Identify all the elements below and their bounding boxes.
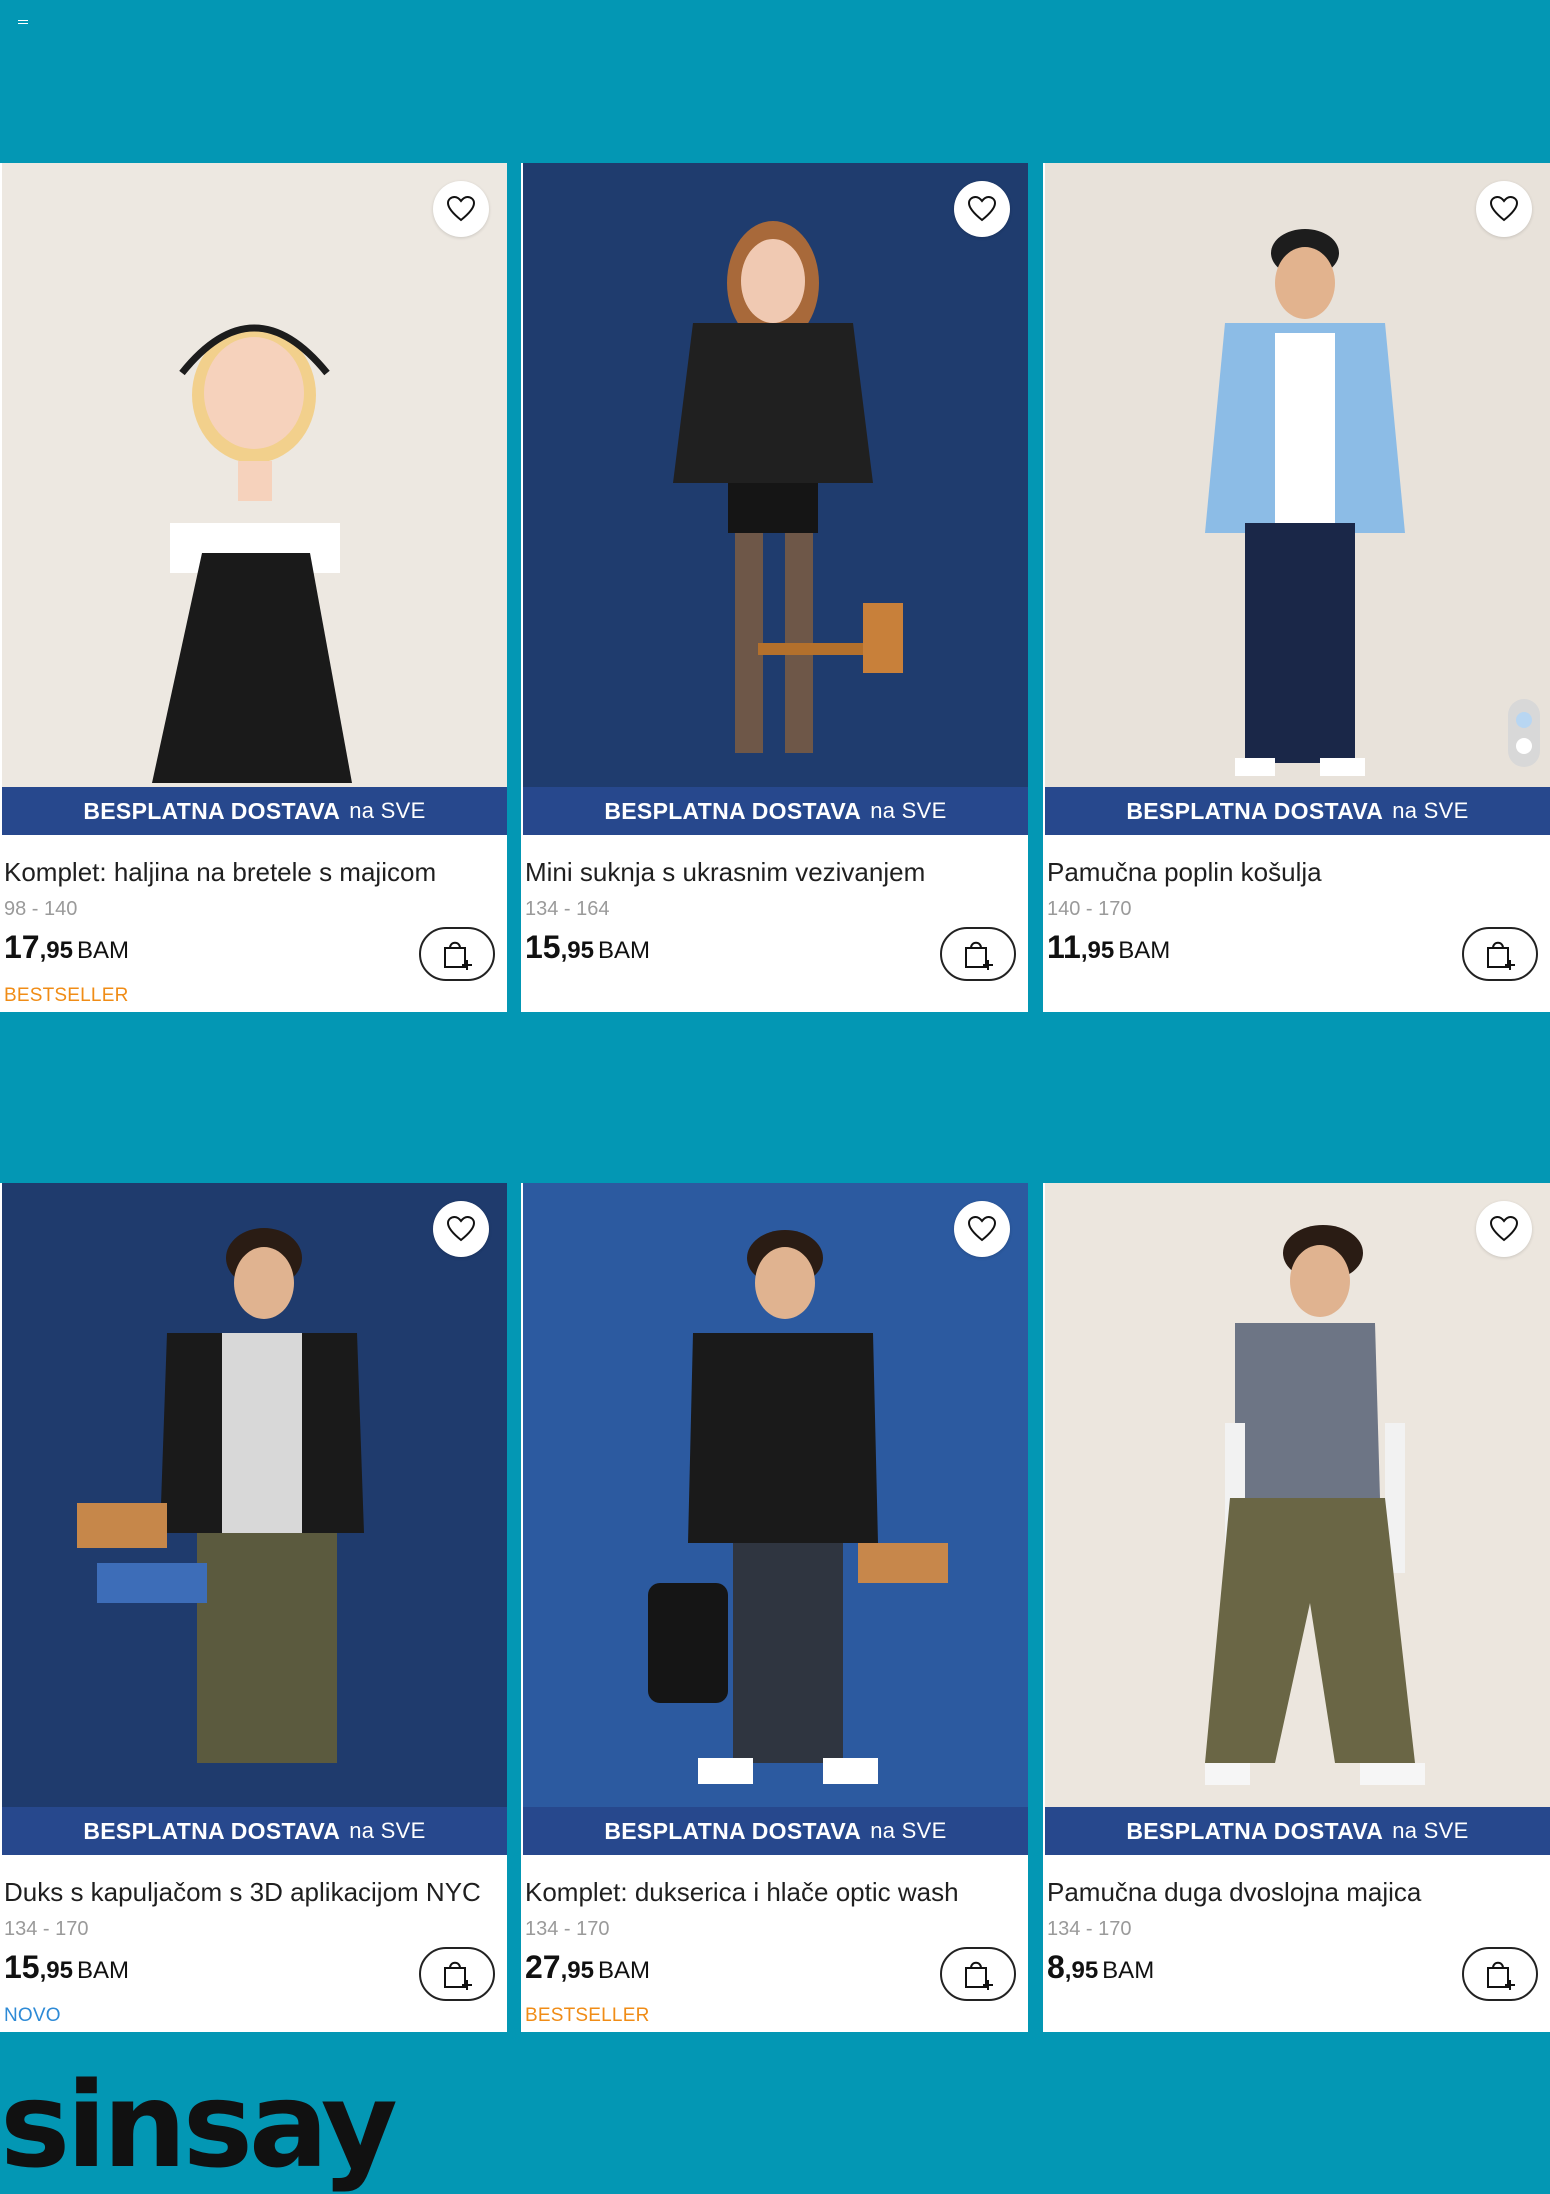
product-name[interactable]: Pamučna duga dvoslojna majica	[1047, 1877, 1421, 1908]
product-price: 15,95 BAM	[525, 929, 650, 965]
image-pager[interactable]	[1508, 699, 1540, 767]
free-delivery-banner: BESPLATNA DOSTAVA na SVE	[1045, 787, 1550, 835]
product-image[interactable]	[2, 163, 507, 787]
product-name[interactable]: Komplet: dukserica i hlače optic wash	[525, 1877, 959, 1908]
product-tag: BESTSELLER	[525, 2005, 650, 2026]
favorite-heart-icon[interactable]	[433, 181, 489, 237]
product-sizes: 98 - 140	[4, 898, 78, 920]
product-image[interactable]	[1045, 163, 1550, 787]
add-to-cart-icon	[1487, 941, 1515, 970]
product-sizes: 140 - 170	[1047, 898, 1132, 920]
favorite-heart-icon[interactable]	[954, 1201, 1010, 1257]
add-to-cart-icon	[1487, 1961, 1515, 1990]
product-name[interactable]: Pamučna poplin košulja	[1047, 857, 1322, 888]
product-price: 8,95 BAM	[1047, 1949, 1155, 1985]
product-card[interactable]: BESPLATNA DOSTAVA na SVE Komplet: haljina…	[0, 163, 507, 1012]
add-to-cart-icon	[965, 1961, 993, 1990]
add-to-cart-button[interactable]	[419, 927, 495, 981]
product-image[interactable]	[2, 1183, 507, 1807]
brand-logo[interactable]: sinsay	[0, 2066, 398, 2184]
add-to-cart-button[interactable]	[419, 1947, 495, 2001]
product-card[interactable]: BESPLATNA DOSTAVA na SVE Pamučna duga dvo…	[1043, 1183, 1550, 2032]
add-to-cart-button[interactable]	[1462, 1947, 1538, 2001]
product-row-1: BESPLATNA DOSTAVA na SVE Komplet: haljina…	[0, 163, 1550, 1012]
add-to-cart-icon	[965, 941, 993, 970]
product-name[interactable]: Komplet: haljina na bretele s majicom	[4, 857, 436, 888]
add-to-cart-button[interactable]	[940, 927, 1016, 981]
product-sizes: 134 - 170	[525, 1918, 610, 1940]
free-delivery-banner: BESPLATNA DOSTAVA na SVE	[2, 1807, 507, 1855]
add-to-cart-button[interactable]	[1462, 927, 1538, 981]
add-to-cart-button[interactable]	[940, 1947, 1016, 2001]
product-price: 17,95 BAM	[4, 929, 129, 965]
favorite-heart-icon[interactable]	[954, 181, 1010, 237]
favorite-heart-icon[interactable]	[433, 1201, 489, 1257]
product-sizes: 134 - 170	[1047, 1918, 1132, 1940]
product-price: 11,95 BAM	[1047, 929, 1171, 965]
favorite-heart-icon[interactable]	[1476, 1201, 1532, 1257]
product-sizes: 134 - 170	[4, 1918, 89, 1940]
product-card[interactable]: BESPLATNA DOSTAVA na SVE Komplet: dukseri…	[521, 1183, 1028, 2032]
product-name[interactable]: Duks s kapuljačom s 3D aplikacijom NYC	[4, 1877, 481, 1908]
product-card[interactable]: BESPLATNA DOSTAVA na SVE Mini suknja s uk…	[521, 163, 1028, 1012]
product-price: 27,95 BAM	[525, 1949, 650, 1985]
free-delivery-banner: BESPLATNA DOSTAVA na SVE	[523, 1807, 1028, 1855]
product-name[interactable]: Mini suknja s ukrasnim vezivanjem	[525, 857, 925, 888]
favorite-heart-icon[interactable]	[1476, 181, 1532, 237]
product-tag: NOVO	[4, 2005, 61, 2026]
product-tag: BESTSELLER	[4, 985, 129, 1006]
product-image[interactable]	[1045, 1183, 1550, 1807]
product-card[interactable]: BESPLATNA DOSTAVA na SVE Pamučna poplin k…	[1043, 163, 1550, 1012]
menu-icon[interactable]	[18, 20, 28, 26]
product-row-2: BESPLATNA DOSTAVA na SVE Duks s kapuljačo…	[0, 1183, 1550, 2032]
product-image[interactable]	[523, 1183, 1028, 1807]
product-image[interactable]	[523, 163, 1028, 787]
free-delivery-banner: BESPLATNA DOSTAVA na SVE	[2, 787, 507, 835]
product-sizes: 134 - 164	[525, 898, 610, 920]
add-to-cart-icon	[444, 941, 472, 970]
product-price: 15,95 BAM	[4, 1949, 129, 1985]
free-delivery-banner: BESPLATNA DOSTAVA na SVE	[523, 787, 1028, 835]
free-delivery-banner: BESPLATNA DOSTAVA na SVE	[1045, 1807, 1550, 1855]
add-to-cart-icon	[444, 1961, 472, 1990]
product-card[interactable]: BESPLATNA DOSTAVA na SVE Duks s kapuljačo…	[0, 1183, 507, 2032]
